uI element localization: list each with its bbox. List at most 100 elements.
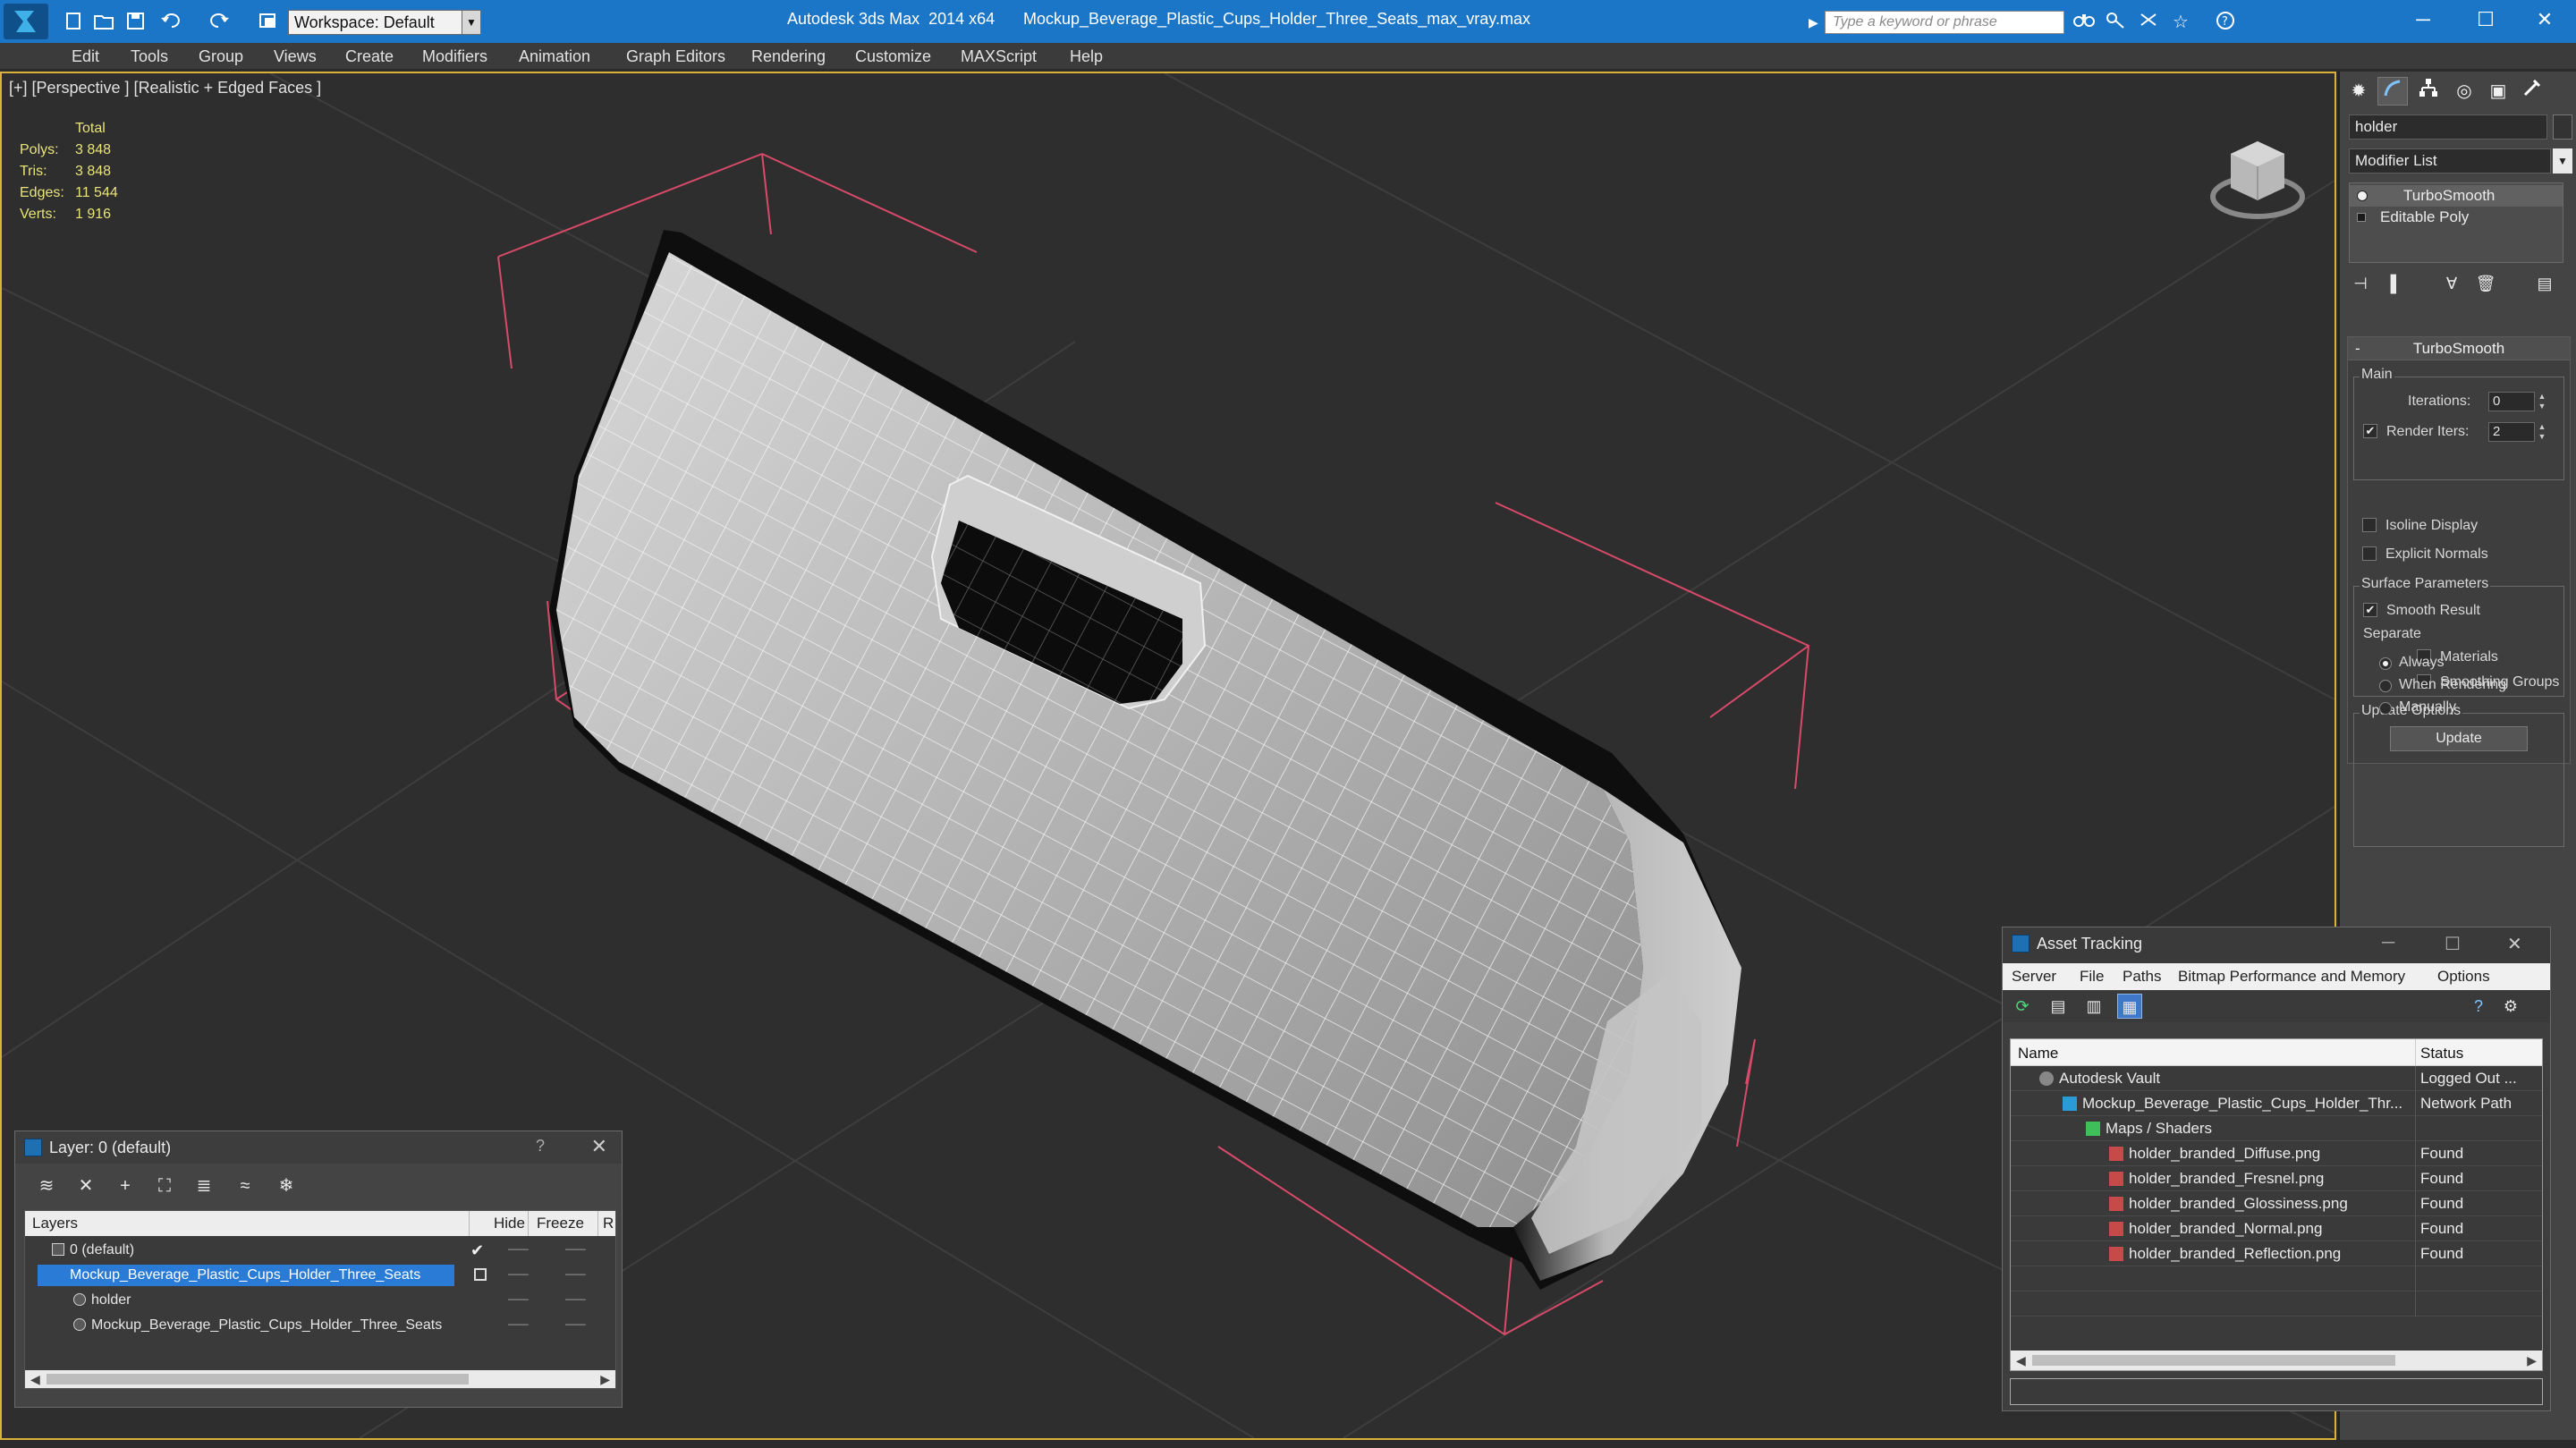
open-file-icon[interactable]	[93, 11, 116, 32]
scroll-left-icon[interactable]: ◀	[2016, 1351, 2026, 1370]
set-current-box[interactable]	[474, 1268, 487, 1281]
modify-tab-icon[interactable]	[2377, 77, 2408, 106]
menu-help[interactable]: Help	[1070, 46, 1103, 67]
layer-dialog-titlebar[interactable]: Layer: 0 (default) ? ✕	[15, 1131, 622, 1164]
menu-options[interactable]: Options	[2437, 968, 2490, 986]
configure-sets-icon[interactable]: ▤	[2533, 272, 2556, 295]
stack-item-editable-poly[interactable]: Editable Poly	[2350, 207, 2563, 228]
add-to-layer-icon[interactable]: +	[112, 1173, 139, 1199]
spinner-arrows-icon[interactable]: ▲ ▼	[2537, 392, 2547, 411]
settings-icon[interactable]: ⚙	[2498, 994, 2523, 1019]
menu-file[interactable]: File	[2080, 968, 2104, 986]
object-row[interactable]: holder ── ──	[25, 1288, 615, 1313]
isoline-display-checkbox[interactable]	[2362, 518, 2377, 532]
asset-row[interactable]: holder_branded_Glossiness.png Found	[2011, 1191, 2542, 1216]
layer-row[interactable]: Mockup_Beverage_Plastic_Cups_Holder_Thre…	[25, 1263, 615, 1288]
hierarchy-tab-icon[interactable]	[2413, 77, 2444, 106]
menu-customize[interactable]: Customize	[855, 46, 931, 67]
remove-modifier-icon[interactable]: 🗑	[2474, 272, 2497, 295]
close-icon[interactable]: ✕	[2507, 933, 2522, 955]
asset-row[interactable]: Mockup_Beverage_Plastic_Cups_Holder_Thr.…	[2011, 1091, 2542, 1116]
maximize-button[interactable]: ☐	[2454, 0, 2517, 39]
asset-row[interactable]: holder_branded_Diffuse.png Found	[2011, 1141, 2542, 1166]
modifier-list-dropdown[interactable]: Modifier List	[2349, 148, 2551, 174]
list-view-icon[interactable]: ▤	[2046, 994, 2071, 1019]
freeze-all-layers-icon[interactable]: ❄	[273, 1173, 300, 1199]
search-expand-icon[interactable]: ▶	[1809, 11, 1823, 34]
app-logo[interactable]	[4, 4, 48, 39]
highlight-layer-icon[interactable]: ≣	[191, 1173, 217, 1199]
column-status[interactable]: Status	[2420, 1045, 2463, 1063]
expand-box-icon[interactable]	[2357, 213, 2366, 222]
help-icon[interactable]: ?	[2213, 11, 2238, 34]
close-icon[interactable]: ✕	[591, 1135, 607, 1158]
freeze-toggle[interactable]: ──	[565, 1263, 586, 1288]
iterations-spinner[interactable]: 0	[2488, 392, 2535, 411]
freeze-toggle[interactable]: ──	[565, 1238, 586, 1263]
smooth-result-checkbox[interactable]: ✔	[2363, 603, 2377, 617]
active-layer-check-icon[interactable]: ✔	[470, 1238, 484, 1263]
save-file-icon[interactable]	[125, 11, 148, 32]
object-row[interactable]: Mockup_Beverage_Plastic_Cups_Holder_Thre…	[25, 1313, 615, 1338]
scrollbar-thumb[interactable]	[2032, 1355, 2395, 1366]
column-render[interactable]: R	[603, 1215, 614, 1232]
make-unique-icon[interactable]: ∀	[2440, 272, 2463, 295]
scroll-right-icon[interactable]: ▶	[2527, 1351, 2537, 1370]
binoculars-icon[interactable]	[2072, 11, 2097, 34]
show-end-result-icon[interactable]: ▌	[2385, 272, 2408, 295]
hide-toggle[interactable]: ──	[508, 1313, 529, 1338]
refresh-icon[interactable]: ⟳	[2010, 994, 2035, 1019]
asset-row[interactable]: Autodesk Vault Logged Out ...	[2011, 1066, 2542, 1091]
update-button[interactable]: Update	[2390, 726, 2528, 751]
explicit-normals-checkbox[interactable]	[2362, 546, 2377, 561]
menu-server[interactable]: Server	[2012, 968, 2056, 986]
asset-row[interactable]: holder_branded_Reflection.png Found	[2011, 1241, 2542, 1266]
maximize-button[interactable]: ☐	[2445, 933, 2461, 955]
menu-group[interactable]: Group	[199, 46, 243, 67]
object-color-swatch[interactable]	[2553, 114, 2572, 140]
menu-graph-editors[interactable]: Graph Editors	[626, 46, 725, 67]
hide-all-layers-icon[interactable]: ≈	[232, 1173, 258, 1199]
detail-view-icon[interactable]: ▥	[2081, 994, 2106, 1019]
menu-edit[interactable]: Edit	[72, 46, 99, 67]
horizontal-scrollbar[interactable]: ◀ ▶	[2011, 1351, 2542, 1370]
motion-tab-icon[interactable]: ◎	[2449, 77, 2479, 106]
layer-row[interactable]: 0 (default) ✔ ── ──	[25, 1238, 615, 1263]
object-name-field[interactable]: holder	[2349, 114, 2547, 140]
menu-tools[interactable]: Tools	[131, 46, 168, 67]
scrollbar-thumb[interactable]	[47, 1374, 469, 1384]
when-rendering-radio[interactable]	[2379, 680, 2392, 692]
display-tab-icon[interactable]: ▣	[2483, 77, 2513, 106]
menu-rendering[interactable]: Rendering	[751, 46, 826, 67]
minimize-button[interactable]: ─	[2382, 933, 2394, 953]
menu-paths[interactable]: Paths	[2123, 968, 2161, 986]
workspace-dropdown[interactable]: Workspace: Default▼	[288, 10, 481, 35]
asset-row[interactable]: holder_branded_Fresnel.png Found	[2011, 1166, 2542, 1191]
menu-animation[interactable]: Animation	[519, 46, 590, 67]
column-layers[interactable]: Layers	[32, 1215, 78, 1232]
redo-icon[interactable]	[208, 11, 231, 32]
communication-center-icon[interactable]	[2136, 11, 2161, 34]
key-icon[interactable]	[2104, 11, 2129, 34]
close-button[interactable]: ✕	[2513, 0, 2576, 39]
new-file-icon[interactable]	[63, 11, 86, 32]
favorites-star-icon[interactable]: ☆	[2168, 11, 2193, 34]
hide-toggle[interactable]: ──	[508, 1288, 529, 1313]
menu-views[interactable]: Views	[274, 46, 317, 67]
workspace-menu-arrow[interactable]: ▼	[462, 10, 481, 35]
spinner-arrows-icon[interactable]: ▲ ▼	[2537, 422, 2547, 442]
viewport-label[interactable]: [+] [Perspective ] [Realistic + Edged Fa…	[9, 79, 321, 97]
select-objects-icon[interactable]: ⛶	[151, 1173, 178, 1199]
minimize-button[interactable]: ─	[2392, 0, 2454, 39]
scroll-left-icon[interactable]: ◀	[30, 1370, 40, 1388]
menu-modifiers[interactable]: Modifiers	[422, 46, 487, 67]
column-freeze[interactable]: Freeze	[537, 1215, 584, 1232]
create-tab-icon[interactable]: ✹	[2343, 77, 2374, 106]
render-iters-spinner[interactable]: 2	[2488, 422, 2535, 442]
pin-stack-icon[interactable]: ⊣	[2349, 272, 2372, 295]
stack-item-turbosmooth[interactable]: TurboSmooth	[2350, 185, 2563, 207]
lightbulb-icon[interactable]	[2357, 191, 2368, 201]
help-button[interactable]: ?	[536, 1137, 545, 1156]
create-layer-icon[interactable]: ≋	[33, 1173, 60, 1199]
menu-maxscript[interactable]: MAXScript	[961, 46, 1037, 67]
